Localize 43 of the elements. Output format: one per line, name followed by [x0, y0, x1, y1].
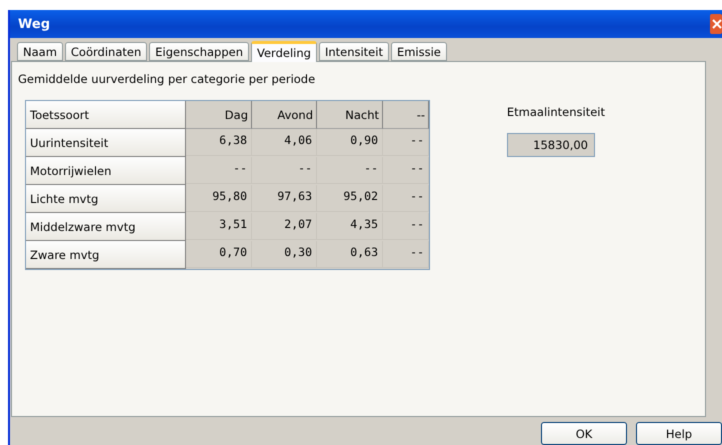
column-header: Toetssoort: [26, 101, 186, 129]
column-header: Avond: [252, 101, 317, 129]
table-cell: --: [252, 157, 317, 184]
tab[interactable]: Eigenschappen: [149, 42, 249, 61]
tab[interactable]: Intensiteit: [318, 42, 389, 61]
tab[interactable]: Coördinaten: [64, 42, 148, 61]
window-title: Weg: [18, 16, 50, 32]
table-cell: 4,06: [252, 129, 317, 156]
table-cell: 3,51: [186, 213, 252, 240]
table-cell: --: [383, 157, 429, 184]
dialog-button[interactable]: OK: [541, 422, 627, 445]
row-header: Lichte mvtg: [26, 185, 186, 213]
row-header: Uurintensiteit: [26, 129, 186, 157]
dialog-button[interactable]: Help: [636, 422, 722, 445]
column-header: Dag: [186, 101, 252, 129]
close-icon[interactable]: [710, 14, 722, 34]
tab[interactable]: Naam: [17, 42, 63, 61]
table-cell: 95,80: [186, 185, 252, 212]
table-cell: 95,02: [317, 185, 383, 212]
field-label: Etmaalintensiteit: [506, 105, 605, 119]
table-cell: --: [317, 157, 383, 184]
table-cell: --: [383, 213, 429, 240]
section-heading: Gemiddelde uurverdeling per categorie per periode: [18, 72, 316, 86]
row-header: Zware mvtg: [26, 241, 186, 269]
tab[interactable]: Verdeling: [251, 41, 317, 62]
tab[interactable]: Emissie: [390, 42, 447, 61]
value-field: 15830,00: [507, 133, 595, 157]
row-header: Middelzware mvtg: [26, 213, 186, 241]
table-cell: --: [383, 185, 429, 212]
table-cell: --: [383, 241, 429, 268]
table-cell: --: [383, 129, 429, 156]
table-cell: 0,63: [317, 241, 383, 268]
table-cell: 97,63: [252, 185, 317, 212]
table-cell: 6,38: [186, 129, 252, 156]
column-header: --: [383, 101, 429, 129]
row-header: Motorrijwielen: [26, 157, 186, 185]
table-cell: 0,90: [317, 129, 383, 156]
table-cell: 4,35: [317, 213, 383, 240]
table-cell: 0,70: [186, 241, 252, 268]
column-header: Nacht: [317, 101, 383, 129]
table-cell: --: [186, 157, 252, 184]
table-cell: 0,30: [252, 241, 317, 268]
table-cell: 2,07: [252, 213, 317, 240]
